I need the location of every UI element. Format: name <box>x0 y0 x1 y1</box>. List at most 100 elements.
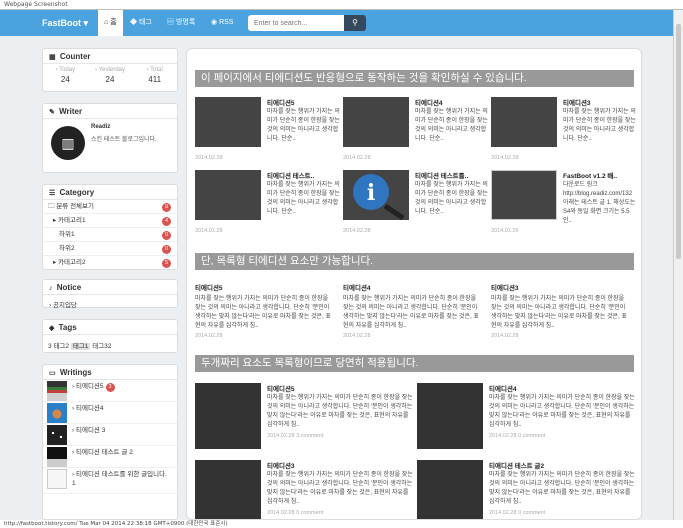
search-button[interactable]: ⚲ <box>344 15 366 31</box>
post-excerpt: 마차를 잦는 행위가 가지는 의미가 단순히 종이 한장을 잦는 것의 의미는 … <box>415 109 488 142</box>
category-item[interactable]: ▸ 카테고리2 5 <box>43 256 177 270</box>
comment-badge: 3 <box>105 383 115 392</box>
counter-title: Counter <box>59 52 91 61</box>
writing-thumbnail <box>47 425 67 445</box>
tag-link[interactable]: 태그3 <box>92 343 108 350</box>
post-title: 티에디션 테스트 글2 <box>489 463 545 470</box>
comment-count[interactable]: 0 comment <box>296 510 323 516</box>
list-icon: ☰ <box>49 190 56 197</box>
nav-rss[interactable]: ◉ RSS <box>211 10 233 36</box>
writing-label: 티에디션5 <box>75 383 104 390</box>
post-title: 티에디션5 <box>267 100 295 107</box>
writing-item[interactable]: › 티에디션4 <box>43 402 177 424</box>
section-heading: 단, 목록형 티에디션 요소만 가능합니다. <box>195 253 634 270</box>
post-date: 2014.02.28 <box>343 333 371 339</box>
writing-thumbnail <box>47 447 67 467</box>
nav-home-label: 홈 <box>110 19 117 26</box>
total-value: 411 <box>148 75 162 84</box>
notice-header: ♪ Notice <box>43 280 177 295</box>
post-title: 티에디션3 <box>491 285 519 292</box>
nav-tag[interactable]: ◆ 태그 <box>130 10 152 36</box>
post-excerpt: 마차를 잦는 행위가 가지는 의미가 단순히 종이 한장을 잦는 것의 의미는 … <box>415 182 488 215</box>
writer-widget: ✎ Writer ▥ Readiz 스킨 테스트 블로그입니다. <box>42 103 178 173</box>
tag-icon: ◆ <box>130 19 137 26</box>
post-excerpt: 다운로드 링크 http://blog.readiz.com/132 아래는 테… <box>563 182 636 224</box>
status-bar: http://fastboot.tistory.com/ Tue Mar 04 … <box>0 520 683 528</box>
post-excerpt: 마차를 잦는 행위가 가지는 의미가 단순히 종이 한장을 잦는 것의 의미는 … <box>489 395 635 428</box>
tag-link[interactable]: 3 <box>48 343 52 350</box>
post-thumbnail <box>195 460 261 519</box>
post-thumbnail <box>491 97 557 147</box>
scrollbar[interactable] <box>673 10 683 520</box>
rss-icon: ◉ <box>211 19 218 26</box>
yesterday-value: 24 <box>105 75 115 84</box>
category-item[interactable]: 🗀 분류 전체보기 9 <box>43 200 177 214</box>
post-title: 티에디션4 <box>489 386 517 393</box>
post-excerpt: 마차를 잦는 행위가 가지는 의미가 단순히 종이 한장을 잦는 것의 의미는 … <box>491 296 627 329</box>
post-title: 티에디션4 <box>415 100 443 107</box>
count-badge: 5 <box>162 259 171 268</box>
category-item[interactable]: ▸ 카테고리1 4 <box>43 214 177 228</box>
post-thumbnail <box>417 383 483 449</box>
post-date: 2014.02.28 <box>195 333 223 339</box>
comment-count[interactable]: 3 comment <box>296 433 323 439</box>
total-label: Total <box>150 67 163 73</box>
post-date: 2014.02.28 <box>491 155 519 161</box>
writings-title: Writings <box>59 368 92 377</box>
avatar: ▥ <box>51 126 85 160</box>
post-date: 2014.02.28 <box>195 155 223 161</box>
post-thumbnail <box>491 170 557 220</box>
writer-desc: 스킨 테스트 블로그입니다. <box>91 137 157 143</box>
writing-thumbnail <box>47 403 67 423</box>
post-title: 티에디션 테스트를.. <box>415 173 469 180</box>
category-header: ☰ Category <box>43 185 177 200</box>
post-excerpt: 마차를 잦는 행위가 가지는 의미가 단순히 종이 한장을 잦는 것의 의미는 … <box>267 109 340 142</box>
count-badge: 0 <box>162 245 171 254</box>
count-badge: 0 <box>162 231 171 240</box>
writing-thumbnail <box>47 381 67 401</box>
section-heading: 이 페이지에서 티에디션도 반응형으로 동작하는 것을 확인하실 수 있습니다. <box>195 70 634 87</box>
category-item[interactable]: 하위2 0 <box>43 242 177 256</box>
post-card[interactable]: 티에디션4 마차를 잦는 행위가 가지는 의미가 단순히 종이 한장을 잦는 것… <box>343 282 483 339</box>
post-date: 2014.02.28 <box>343 228 371 234</box>
post-excerpt: 마차를 잦는 행위가 가지는 의미가 단순히 종이 한장을 잦는 것의 의미는 … <box>267 395 413 428</box>
scrollbar-thumb[interactable] <box>676 24 681 259</box>
comment-count[interactable]: 0 comment <box>518 510 545 516</box>
post-card[interactable]: 티에디션3 마차를 잦는 행위가 가지는 의미가 단순히 종이 한장을 잦는 것… <box>491 282 631 339</box>
post-card[interactable]: 티에디션5 마차를 잦는 행위가 가지는 의미가 단순히 종이 한장을 잦는 것… <box>195 282 335 339</box>
brand-menu[interactable]: FastBoot ▾ <box>42 10 88 36</box>
post-excerpt: 마차를 잦는 행위가 가지는 의미가 단순히 종이 한장을 잦는 것의 의미는 … <box>489 472 635 505</box>
post-thumbnail <box>195 383 261 449</box>
today-label: Today <box>59 67 76 73</box>
post-excerpt: 마차를 잦는 행위가 가지는 의미가 단순히 종이 한장을 잦는 것의 의미는 … <box>267 182 340 215</box>
counter-widget: ▦ Counter › Today 24 › Yesterday 24 › Tota… <box>42 48 178 92</box>
tag-link[interactable]: 2 <box>108 343 112 350</box>
writing-item[interactable]: › 티에디션 테스트 글 2 <box>43 446 177 468</box>
tags-widget: ◆ Tags 3 태그2 태그1 태그32 <box>42 319 178 353</box>
category-item[interactable]: 하위1 0 <box>43 228 177 242</box>
section-heading: 두개짜리 요소도 목록형이므로 당연히 적용됩니다. <box>195 355 634 372</box>
writing-item[interactable]: › 티에디션 3 <box>43 424 177 446</box>
post-title: 티에디션5 <box>267 386 295 393</box>
writing-item[interactable]: › 티에디션5 3 <box>43 380 177 402</box>
tag-link[interactable]: 태그1 <box>70 343 91 350</box>
writing-label: 티에디션4 <box>75 405 104 412</box>
post-date: 2014.02.28 <box>267 433 295 439</box>
info-icon: i <box>353 174 405 220</box>
writing-item[interactable]: › 티에디션 테스트를 위한 글입니다. 1 <box>43 468 177 494</box>
search-input[interactable] <box>248 15 344 31</box>
notice-item[interactable]: › 공지입당 <box>43 295 177 313</box>
post-title: FastBoot v1.2 배.. <box>563 173 618 180</box>
post-meta: 2014.02.28 0 comment <box>267 510 323 516</box>
bell-icon: ♪ <box>49 285 53 292</box>
post-thumbnail <box>343 97 409 147</box>
category-title: Category <box>59 188 95 197</box>
post-thumbnail <box>417 460 483 519</box>
comment-count[interactable]: 0 comment <box>518 433 545 439</box>
nav-guestbook[interactable]: ▤ 방명록 <box>167 10 195 36</box>
today-value: 24 <box>60 75 70 84</box>
folder-icon: 🗀 <box>48 203 55 210</box>
tag-link[interactable]: 태그2 <box>53 343 69 350</box>
nav-home[interactable]: ⌂ 홈 <box>98 10 123 36</box>
writer-title: Writer <box>59 107 83 116</box>
